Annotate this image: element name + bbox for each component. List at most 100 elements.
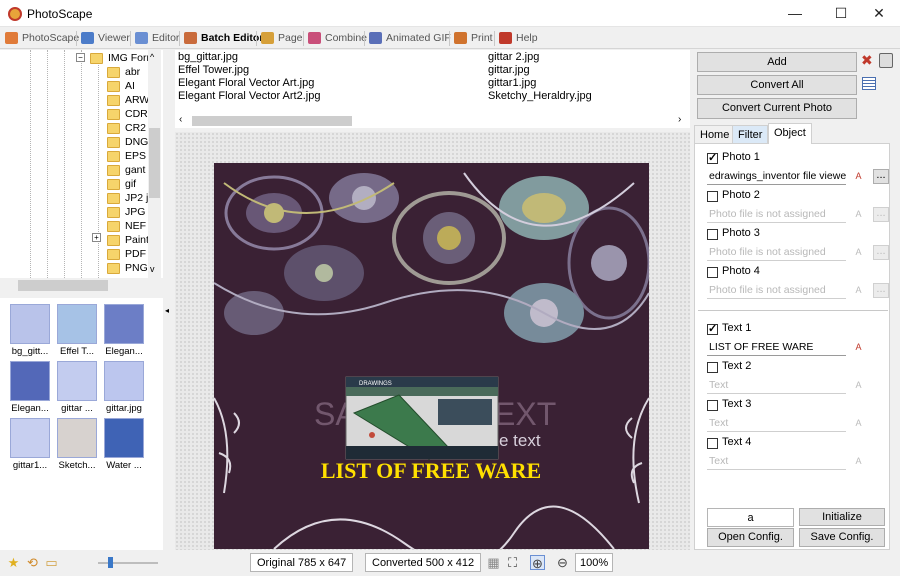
file-list-item[interactable]: gittar.jpg — [488, 64, 530, 76]
animated-gif-tab-icon — [369, 32, 382, 44]
file-list-item[interactable]: bg_gittar.jpg — [178, 51, 238, 63]
thumbnail-panel: bg_gitt... Effel T... Elegan... Elegan... gi… — [0, 298, 163, 550]
thumbnail-item[interactable]: Elegan... — [101, 304, 147, 357]
photo-4-attribute-icon[interactable]: A — [851, 283, 866, 298]
zoom-out-icon[interactable]: ⊖ — [555, 555, 570, 570]
thumbnail-image — [57, 304, 97, 344]
file-list-item[interactable]: gittar 2.jpg — [488, 51, 539, 63]
scroll-up-icon[interactable]: ^ — [150, 52, 154, 62]
tab-help[interactable]: Help — [496, 30, 542, 47]
thumbnail-item[interactable]: gittar.jpg — [101, 361, 147, 414]
list-settings-icon[interactable] — [862, 77, 876, 90]
tab-batch-editor[interactable]: Batch Editor — [181, 30, 267, 47]
photo-3-checkbox[interactable] — [707, 229, 718, 240]
tab-combine[interactable]: Combine — [305, 30, 371, 47]
tab-object[interactable]: Object — [768, 123, 812, 144]
trash-icon[interactable] — [879, 53, 893, 68]
zoom-in-icon[interactable]: ⊕ — [530, 555, 545, 571]
fit-screen-icon[interactable]: ⛶ — [505, 555, 520, 570]
text-4-attribute-icon[interactable]: A — [851, 454, 866, 469]
tab-filter[interactable]: Filter — [732, 125, 769, 144]
scroll-left-icon[interactable]: ‹ — [179, 114, 182, 125]
file-list-scrollbar[interactable]: ‹ › — [175, 114, 690, 128]
photo-4-browse-button[interactable]: ... — [873, 283, 889, 298]
a-field[interactable]: a — [707, 508, 794, 527]
thumbnail-image — [104, 304, 144, 344]
text-3-checkbox[interactable] — [707, 400, 718, 411]
text-2-field[interactable]: Text — [707, 377, 846, 394]
tab-editor[interactable]: Editor — [132, 30, 183, 47]
text-2-checkbox[interactable] — [707, 362, 718, 373]
photo-2-checkbox[interactable] — [707, 191, 718, 202]
thumbnail-item[interactable]: Effel T... — [54, 304, 100, 357]
convert-all-button[interactable]: Convert All — [697, 75, 857, 95]
add-button[interactable]: Add — [697, 52, 857, 72]
scroll-right-icon[interactable]: › — [678, 114, 681, 125]
file-list-item[interactable]: Elegant Floral Vector Art.jpg — [178, 77, 314, 89]
tab-animated-gif[interactable]: Animated GIF — [366, 30, 455, 47]
tree-vertical-scrollbar[interactable]: ^ v — [148, 50, 161, 278]
thumbnail-item[interactable]: Elegan... — [7, 361, 53, 414]
open-folder-icon[interactable]: ▭ — [44, 555, 59, 570]
photo-3-attribute-icon[interactable]: A — [851, 245, 866, 260]
minimize-button[interactable]: — — [772, 0, 818, 27]
thumbnail-item[interactable]: Sketch... — [54, 418, 100, 471]
file-list-item[interactable]: Elegant Floral Vector Art2.jpg — [178, 90, 320, 102]
tree-horizontal-scrollbar[interactable] — [0, 279, 163, 292]
photo-2-field[interactable]: Photo file is not assigned — [707, 206, 846, 223]
text-4-field[interactable]: Text — [707, 453, 846, 470]
delete-icon[interactable]: ✖ — [861, 52, 875, 68]
thumbnail-item[interactable]: bg_gitt... — [7, 304, 53, 357]
thumbnail-item[interactable]: gittar1... — [7, 418, 53, 471]
text-3-attribute-icon[interactable]: A — [851, 416, 866, 431]
tree-hscroll-thumb[interactable] — [18, 280, 108, 291]
scroll-down-icon[interactable]: v — [150, 264, 155, 274]
text-2-attribute-icon[interactable]: A — [851, 378, 866, 393]
tab-photoscape[interactable]: PhotoScape — [2, 30, 83, 47]
file-list-scroll-thumb[interactable] — [192, 116, 352, 126]
thumbnail-size-slider[interactable] — [98, 557, 158, 568]
thumbnail-item[interactable]: gittar ... — [54, 361, 100, 414]
thumbnail-caption: Elegan... — [11, 403, 49, 414]
favorite-star-icon[interactable]: ★ — [6, 555, 21, 570]
text-4-checkbox[interactable] — [707, 438, 718, 449]
folder-tree[interactable]: − + IMG Forr abr AI ARW CDR CR2 DNG EPS gant gif… — [0, 50, 163, 278]
tree-expand-toggle[interactable]: + — [92, 233, 101, 242]
file-list-item[interactable]: gittar1.jpg — [488, 77, 536, 89]
photo-2-attribute-icon[interactable]: A — [851, 207, 866, 222]
collapse-arrow-icon[interactable]: ◂ — [165, 306, 169, 315]
text-1-attribute-icon[interactable]: A — [851, 340, 866, 355]
open-config-button[interactable]: Open Config. — [707, 528, 794, 547]
slider-handle[interactable] — [108, 557, 113, 568]
convert-current-button[interactable]: Convert Current Photo — [697, 98, 857, 119]
checkerboard-icon[interactable]: ▦ — [486, 555, 501, 570]
tab-home[interactable]: Home — [694, 125, 736, 144]
tree-collapse-toggle[interactable]: − — [76, 53, 85, 62]
photo-3-field[interactable]: Photo file is not assigned — [707, 244, 846, 261]
save-config-button[interactable]: Save Config. — [799, 528, 885, 547]
text-1-checkbox[interactable] — [707, 322, 718, 335]
page-tab-icon — [261, 32, 274, 44]
initialize-button[interactable]: Initialize — [799, 508, 885, 526]
photo-1-checkbox[interactable] — [707, 151, 718, 164]
folder-icon — [107, 207, 120, 218]
photo-1-browse-button[interactable]: ... — [873, 169, 889, 184]
text-3-field[interactable]: Text — [707, 415, 846, 432]
close-button[interactable]: ✕ — [856, 0, 900, 27]
panel-splitter[interactable]: ◂ — [163, 50, 173, 550]
rotate-icon[interactable]: ⟲ — [25, 555, 40, 570]
tab-print[interactable]: Print — [451, 30, 497, 47]
photo-1-attribute-icon[interactable]: A — [851, 169, 866, 184]
file-list-item[interactable]: Effel Tower.jpg — [178, 64, 249, 76]
text-1-field[interactable]: LIST OF FREE WARE — [707, 339, 846, 356]
file-list-item[interactable]: Sketchy_Heraldry.jpg — [488, 90, 592, 102]
photo-4-field[interactable]: Photo file is not assigned — [707, 282, 846, 299]
thumbnail-item[interactable]: Water ... — [101, 418, 147, 471]
photo-3-browse-button[interactable]: ... — [873, 245, 889, 260]
tab-page[interactable]: Page — [258, 30, 307, 47]
photo-1-field[interactable]: edrawings_inventor file viewer — [707, 168, 846, 185]
photo-2-browse-button[interactable]: ... — [873, 207, 889, 222]
photo-4-checkbox[interactable] — [707, 267, 718, 278]
tab-viewer[interactable]: Viewer — [78, 30, 134, 47]
tree-scroll-thumb[interactable] — [149, 128, 160, 198]
